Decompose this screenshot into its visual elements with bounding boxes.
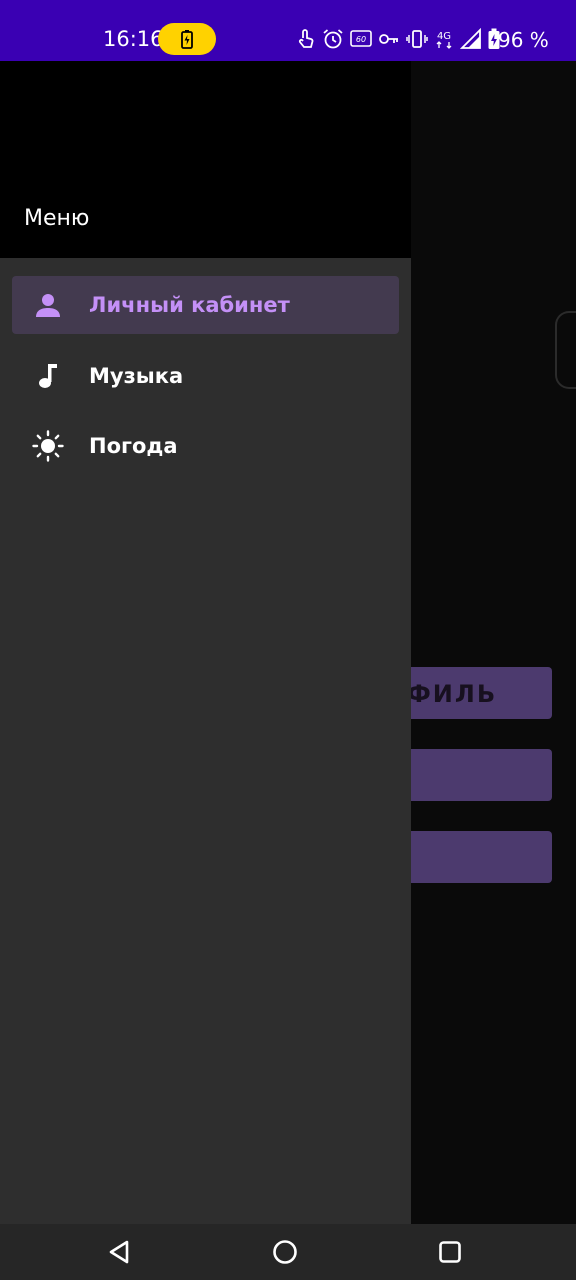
- background-button-profile-label: ФИЛЬ: [407, 680, 498, 708]
- menu-item-weather[interactable]: Погода: [12, 417, 399, 475]
- network-4g-icon: 4G: [436, 31, 452, 49]
- sun-icon: [32, 430, 64, 462]
- menu-item-profile[interactable]: Личный кабинет: [12, 276, 399, 334]
- system-nav-bar: [0, 1224, 576, 1280]
- music-note-icon: [39, 364, 57, 388]
- drawer-header: Меню: [0, 61, 411, 258]
- menu-item-label: Музыка: [89, 364, 184, 388]
- key-icon: [379, 34, 398, 44]
- signal-icon: [460, 28, 481, 49]
- back-icon[interactable]: [105, 1238, 133, 1266]
- menu-item-label: Погода: [89, 434, 178, 458]
- battery-charging-icon: [181, 30, 193, 49]
- menu-item-music[interactable]: Музыка: [12, 347, 399, 405]
- navigation-drawer: Меню Личный кабинет Музыка Погода: [0, 61, 411, 1224]
- battery-percent: 96 %: [498, 28, 549, 52]
- drawer-title: Меню: [24, 206, 90, 231]
- home-icon[interactable]: [271, 1238, 299, 1266]
- recents-icon[interactable]: [436, 1238, 464, 1266]
- touch-icon: [299, 29, 314, 48]
- alarm-icon: [323, 29, 343, 49]
- background-edge-tab: [555, 311, 576, 389]
- refresh-rate-label: 60: [356, 35, 366, 44]
- status-bar: 16:16 60 4G 96 %: [0, 0, 576, 61]
- refresh-rate-60-icon: 60: [350, 30, 372, 47]
- menu-item-label: Личный кабинет: [89, 293, 290, 317]
- charging-pill[interactable]: [158, 23, 216, 55]
- network-label: 4G: [437, 31, 451, 42]
- person-icon: [36, 294, 60, 317]
- status-time: 16:16: [103, 27, 164, 51]
- vibrate-icon: [406, 30, 428, 48]
- status-icons: 60 4G: [296, 26, 500, 52]
